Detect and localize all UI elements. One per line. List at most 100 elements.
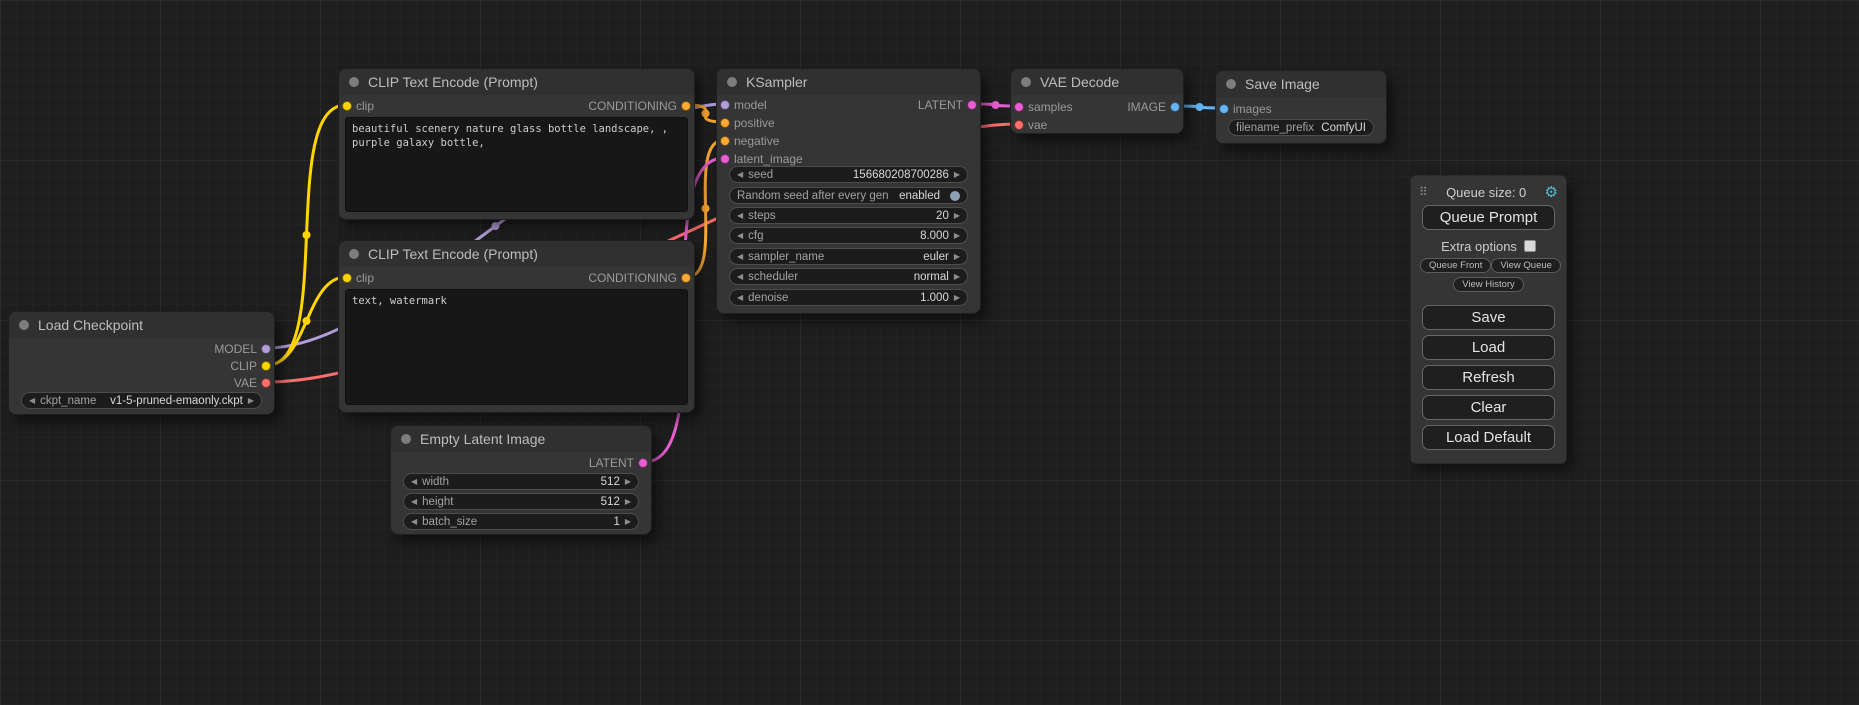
input-label-images: images (1233, 102, 1272, 116)
node-header-save-image[interactable]: Save Image (1216, 71, 1386, 97)
decrement-arrow-icon[interactable]: ◀ (737, 273, 743, 281)
widget-denoise[interactable]: ◀ denoise 1.000 ▶ (729, 289, 968, 306)
node-load-checkpoint[interactable]: Load Checkpoint MODEL CLIP VAE ◀ ckpt_na… (8, 311, 275, 415)
input-port-images[interactable] (1219, 104, 1229, 114)
output-label-image: IMAGE (1127, 100, 1166, 114)
node-ksampler[interactable]: KSampler model positive negative latent_… (716, 68, 981, 314)
decrement-arrow-icon[interactable]: ◀ (737, 253, 743, 261)
increment-arrow-icon[interactable]: ▶ (625, 498, 631, 506)
input-port-latent-image[interactable] (720, 154, 730, 164)
widget-label: ckpt_name (40, 395, 96, 407)
queue-front-button[interactable]: Queue Front (1420, 258, 1491, 273)
decrement-arrow-icon[interactable]: ◀ (29, 397, 35, 405)
widget-scheduler[interactable]: ◀ scheduler normal ▶ (729, 268, 968, 285)
increment-arrow-icon[interactable]: ▶ (954, 294, 960, 302)
widget-height[interactable]: ◀ height 512 ▶ (403, 493, 639, 510)
node-header-clip-encode-negative[interactable]: CLIP Text Encode (Prompt) (339, 241, 694, 267)
widget-cfg[interactable]: ◀ cfg 8.000 ▶ (729, 227, 968, 244)
increment-arrow-icon[interactable]: ▶ (954, 171, 960, 179)
widget-random-seed-toggle[interactable]: Random seed after every gen enabled (729, 187, 968, 204)
collapse-dot-icon[interactable] (349, 77, 359, 87)
input-port-negative[interactable] (720, 136, 730, 146)
decrement-arrow-icon[interactable]: ◀ (737, 212, 743, 220)
increment-arrow-icon[interactable]: ▶ (625, 478, 631, 486)
load-default-button[interactable]: Load Default (1422, 425, 1555, 450)
decrement-arrow-icon[interactable]: ◀ (737, 294, 743, 302)
output-label-clip: CLIP (230, 359, 257, 373)
link-midpoint-dot (702, 205, 710, 213)
settings-gear-icon[interactable]: ⚙ (1545, 185, 1558, 200)
view-queue-button[interactable]: View Queue (1491, 258, 1561, 273)
output-port-vae[interactable] (261, 378, 271, 388)
input-port-clip[interactable] (342, 101, 352, 111)
save-button[interactable]: Save (1422, 305, 1555, 330)
input-port-samples[interactable] (1014, 102, 1024, 112)
link-midpoint-dot (303, 317, 311, 325)
prompt-textarea-positive[interactable]: beautiful scenery nature glass bottle la… (345, 117, 688, 212)
increment-arrow-icon[interactable]: ▶ (625, 518, 631, 526)
output-port-conditioning[interactable] (681, 101, 691, 111)
queue-actions-row: Queue Front View Queue (1411, 258, 1566, 273)
output-label-model: MODEL (214, 342, 257, 356)
increment-arrow-icon[interactable]: ▶ (248, 397, 254, 405)
collapse-dot-icon[interactable] (1226, 79, 1236, 89)
node-vae-decode[interactable]: VAE Decode samples vae IMAGE (1010, 68, 1184, 134)
output-port-clip[interactable] (261, 361, 271, 371)
node-title: Save Image (1245, 76, 1320, 92)
widget-sampler-name[interactable]: ◀ sampler_name euler ▶ (729, 248, 968, 265)
input-port-model[interactable] (720, 100, 730, 110)
collapse-dot-icon[interactable] (19, 320, 29, 330)
load-button[interactable]: Load (1422, 335, 1555, 360)
drag-handle-icon[interactable]: ⠿ (1419, 186, 1428, 198)
output-port-model[interactable] (261, 344, 271, 354)
refresh-button[interactable]: Refresh (1422, 365, 1555, 390)
decrement-arrow-icon[interactable]: ◀ (737, 232, 743, 240)
decrement-arrow-icon[interactable]: ◀ (737, 171, 743, 179)
link-midpoint-dot (702, 110, 710, 118)
decrement-arrow-icon[interactable]: ◀ (411, 478, 417, 486)
view-history-button[interactable]: View History (1453, 277, 1524, 292)
output-port-image[interactable] (1170, 102, 1180, 112)
node-header-empty-latent[interactable]: Empty Latent Image (391, 426, 651, 452)
decrement-arrow-icon[interactable]: ◀ (411, 498, 417, 506)
widget-label: Random seed after every gen (737, 190, 889, 202)
increment-arrow-icon[interactable]: ▶ (954, 273, 960, 281)
node-header-vae-decode[interactable]: VAE Decode (1011, 69, 1183, 95)
history-row: View History (1411, 277, 1566, 292)
widget-width[interactable]: ◀ width 512 ▶ (403, 473, 639, 490)
output-port-latent[interactable] (638, 458, 648, 468)
collapse-dot-icon[interactable] (1021, 77, 1031, 87)
increment-arrow-icon[interactable]: ▶ (954, 232, 960, 240)
node-clip-text-encode-negative[interactable]: CLIP Text Encode (Prompt) clip CONDITION… (338, 240, 695, 413)
toggle-dot-icon[interactable] (950, 191, 960, 201)
node-save-image[interactable]: Save Image images filename_prefix ComfyU… (1215, 70, 1387, 144)
collapse-dot-icon[interactable] (727, 77, 737, 87)
collapse-dot-icon[interactable] (349, 249, 359, 259)
node-graph-canvas[interactable]: Load Checkpoint MODEL CLIP VAE ◀ ckpt_na… (0, 0, 1859, 705)
increment-arrow-icon[interactable]: ▶ (954, 212, 960, 220)
queue-prompt-button[interactable]: Queue Prompt (1422, 205, 1555, 230)
input-port-clip[interactable] (342, 273, 352, 283)
prompt-textarea-negative[interactable]: text, watermark (345, 289, 688, 405)
node-header-clip-encode-positive[interactable]: CLIP Text Encode (Prompt) (339, 69, 694, 95)
extra-options-checkbox[interactable] (1524, 240, 1536, 252)
widget-ckpt-name[interactable]: ◀ ckpt_name v1-5-pruned-emaonly.ckpt ▶ (21, 392, 262, 409)
clear-button[interactable]: Clear (1422, 395, 1555, 420)
node-empty-latent-image[interactable]: Empty Latent Image LATENT ◀ width 512 ▶ … (390, 425, 652, 535)
node-clip-text-encode-positive[interactable]: CLIP Text Encode (Prompt) clip CONDITION… (338, 68, 695, 220)
widget-seed[interactable]: ◀ seed 156680208700286 ▶ (729, 166, 968, 183)
input-port-vae[interactable] (1014, 120, 1024, 130)
input-port-positive[interactable] (720, 118, 730, 128)
collapse-dot-icon[interactable] (401, 434, 411, 444)
widget-filename-prefix[interactable]: filename_prefix ComfyUI (1228, 119, 1374, 136)
output-port-latent[interactable] (967, 100, 977, 110)
increment-arrow-icon[interactable]: ▶ (954, 253, 960, 261)
widget-label: steps (748, 210, 776, 222)
node-header-ksampler[interactable]: KSampler (717, 69, 980, 95)
widget-steps[interactable]: ◀ steps 20 ▶ (729, 207, 968, 224)
decrement-arrow-icon[interactable]: ◀ (411, 518, 417, 526)
widget-batch-size[interactable]: ◀ batch_size 1 ▶ (403, 513, 639, 530)
output-port-conditioning[interactable] (681, 273, 691, 283)
node-header-load-checkpoint[interactable]: Load Checkpoint (9, 312, 274, 338)
widget-value: 156680208700286 (853, 169, 949, 181)
